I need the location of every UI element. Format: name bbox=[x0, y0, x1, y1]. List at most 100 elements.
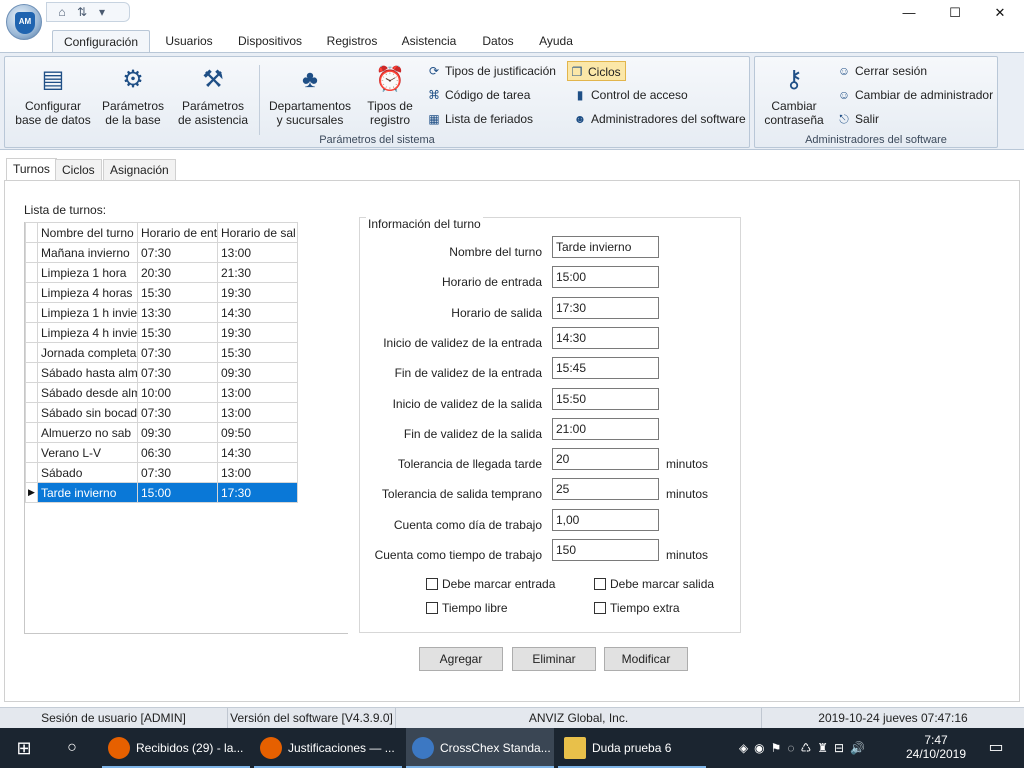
cell-salida[interactable]: 09:50 bbox=[217, 422, 298, 443]
taskbar-firefox-justificaciones[interactable]: Justificaciones — ... bbox=[254, 728, 402, 768]
field-input[interactable]: 150 bbox=[552, 539, 659, 561]
search-icon[interactable]: ○ bbox=[48, 728, 96, 768]
control-acceso-button[interactable]: ▮ Control de acceso bbox=[571, 85, 688, 105]
tab-usuarios[interactable]: Usuarios bbox=[160, 30, 218, 52]
col-horario-salida[interactable]: Horario de sal bbox=[217, 222, 298, 243]
cambiar-contrasena-button[interactable]: ⚷ Cambiar contraseña bbox=[757, 63, 831, 131]
cell-salida[interactable]: 19:30 bbox=[217, 282, 298, 303]
codigo-tarea-button[interactable]: ⌘ Código de tarea bbox=[425, 85, 530, 105]
departamentos-button[interactable]: ♣ Departamentos y sucursales bbox=[267, 63, 353, 131]
cell-nombre[interactable]: Mañana invierno bbox=[37, 242, 138, 263]
app-logo[interactable]: AM bbox=[6, 4, 42, 40]
cell-salida[interactable]: 19:30 bbox=[217, 322, 298, 343]
cell-nombre[interactable]: Limpieza 4 horas bbox=[37, 282, 138, 303]
field-input[interactable]: 14:30 bbox=[552, 327, 659, 349]
cell-entrada[interactable]: 15:00 bbox=[137, 482, 218, 503]
cell-nombre[interactable]: Limpieza 1 h invie bbox=[37, 302, 138, 323]
close-button[interactable]: ✕ bbox=[977, 0, 1023, 26]
table-row[interactable]: Limpieza 4 h invie 15:30 19:30 bbox=[25, 322, 298, 343]
shift-grid[interactable]: Nombre del turno Horario de ent Horario … bbox=[24, 222, 348, 634]
tab-datos[interactable]: Datos bbox=[476, 30, 520, 52]
cell-entrada[interactable]: 06:30 bbox=[137, 442, 218, 463]
configurar-bd-button[interactable]: ▤ Configurar base de datos bbox=[13, 63, 93, 131]
cell-entrada[interactable]: 07:30 bbox=[137, 342, 218, 363]
table-row[interactable]: Sábado sin bocadi 07:30 13:00 bbox=[25, 402, 298, 423]
chk-debe-marcar-entrada[interactable]: Debe marcar entrada bbox=[426, 577, 555, 591]
field-input[interactable]: 20 bbox=[552, 448, 659, 470]
tipos-justificacion-button[interactable]: ⟳ Tipos de justificación bbox=[425, 61, 556, 81]
cell-entrada[interactable]: 07:30 bbox=[137, 242, 218, 263]
checkbox-box[interactable] bbox=[426, 578, 438, 590]
cell-nombre[interactable]: Sábado bbox=[37, 462, 138, 483]
tab-ciclos[interactable]: Ciclos bbox=[55, 159, 102, 181]
taskbar-firefox-recibidos[interactable]: Recibidos (29) - la... bbox=[102, 728, 250, 768]
cell-nombre[interactable]: Limpieza 1 hora bbox=[37, 262, 138, 283]
parametros-base-button[interactable]: ⚙ Parámetros de la base bbox=[93, 63, 173, 131]
cell-salida[interactable]: 17:30 bbox=[217, 482, 298, 503]
cell-entrada[interactable]: 10:00 bbox=[137, 382, 218, 403]
clock[interactable]: 7:47 24/10/2019 bbox=[900, 728, 972, 768]
cell-nombre[interactable]: Almuerzo no sab bbox=[37, 422, 138, 443]
checkbox-box[interactable] bbox=[594, 578, 606, 590]
cell-salida[interactable]: 13:00 bbox=[217, 382, 298, 403]
col-horario-entrada[interactable]: Horario de ent bbox=[137, 222, 218, 243]
table-row[interactable]: ▶ Tarde invierno 15:00 17:30 bbox=[25, 482, 298, 503]
cell-salida[interactable]: 13:00 bbox=[217, 462, 298, 483]
table-row[interactable]: Limpieza 4 horas 15:30 19:30 bbox=[25, 282, 298, 303]
home-icon[interactable]: ⌂ bbox=[55, 5, 69, 19]
system-tray-icons[interactable]: ◈◉⚑◌♺♜⊟🔊 bbox=[710, 728, 900, 768]
field-input[interactable]: 15:50 bbox=[552, 388, 659, 410]
taskbar-crosschex[interactable]: CrossChex Standa... bbox=[406, 728, 554, 768]
cell-nombre[interactable]: Verano L-V bbox=[37, 442, 138, 463]
cell-nombre[interactable]: Limpieza 4 h invie bbox=[37, 322, 138, 343]
cambiar-admin-button[interactable]: ☺ Cambiar de administrador bbox=[835, 85, 993, 105]
table-row[interactable]: Sábado desde alm 10:00 13:00 bbox=[25, 382, 298, 403]
cell-nombre[interactable]: Sábado sin bocadi bbox=[37, 402, 138, 423]
taskbar-folder[interactable]: Duda prueba 6 bbox=[558, 728, 706, 768]
field-input[interactable]: 1,00 bbox=[552, 509, 659, 531]
tab-configuracion[interactable]: Configuración bbox=[52, 30, 150, 52]
tab-asignacion[interactable]: Asignación bbox=[103, 159, 176, 181]
cell-salida[interactable]: 13:00 bbox=[217, 402, 298, 423]
cell-entrada[interactable]: 07:30 bbox=[137, 462, 218, 483]
cell-entrada[interactable]: 15:30 bbox=[137, 282, 218, 303]
col-nombre-turno[interactable]: Nombre del turno bbox=[37, 222, 138, 243]
cell-salida[interactable]: 13:00 bbox=[217, 242, 298, 263]
cell-salida[interactable]: 21:30 bbox=[217, 262, 298, 283]
table-row[interactable]: Sábado 07:30 13:00 bbox=[25, 462, 298, 483]
modificar-button[interactable]: Modificar bbox=[604, 647, 688, 671]
cell-salida[interactable]: 14:30 bbox=[217, 442, 298, 463]
tab-registros[interactable]: Registros bbox=[320, 30, 384, 52]
cell-entrada[interactable]: 13:30 bbox=[137, 302, 218, 323]
chk-tiempo-libre[interactable]: Tiempo libre bbox=[426, 601, 508, 615]
notifications-icon[interactable]: ▭ bbox=[976, 728, 1016, 768]
minimize-button[interactable]: — bbox=[886, 0, 932, 26]
chk-tiempo-extra[interactable]: Tiempo extra bbox=[594, 601, 680, 615]
cerrar-sesion-button[interactable]: ☺ Cerrar sesión bbox=[835, 61, 927, 81]
checkbox-box[interactable] bbox=[594, 602, 606, 614]
table-row[interactable]: Limpieza 1 hora 20:30 21:30 bbox=[25, 262, 298, 283]
chk-debe-marcar-salida[interactable]: Debe marcar salida bbox=[594, 577, 714, 591]
eliminar-button[interactable]: Eliminar bbox=[512, 647, 596, 671]
dropdown-icon[interactable]: ▾ bbox=[95, 5, 109, 19]
cell-entrada[interactable]: 09:30 bbox=[137, 422, 218, 443]
field-input[interactable]: 25 bbox=[552, 478, 659, 500]
table-row[interactable]: Almuerzo no sab 09:30 09:50 bbox=[25, 422, 298, 443]
cell-salida[interactable]: 15:30 bbox=[217, 342, 298, 363]
cell-nombre[interactable]: Sábado hasta almu bbox=[37, 362, 138, 383]
cell-nombre[interactable]: Jornada completa bbox=[37, 342, 138, 363]
table-row[interactable]: Verano L-V 06:30 14:30 bbox=[25, 442, 298, 463]
checkbox-box[interactable] bbox=[426, 602, 438, 614]
agregar-button[interactable]: Agregar bbox=[419, 647, 503, 671]
cell-entrada[interactable]: 07:30 bbox=[137, 402, 218, 423]
field-input[interactable]: 15:45 bbox=[552, 357, 659, 379]
field-input[interactable]: 15:00 bbox=[552, 266, 659, 288]
maximize-button[interactable]: ☐ bbox=[932, 0, 978, 26]
table-row[interactable]: Sábado hasta almu 07:30 09:30 bbox=[25, 362, 298, 383]
tab-asistencia[interactable]: Asistencia bbox=[396, 30, 462, 52]
tipos-registro-button[interactable]: ⏰ Tipos de registro bbox=[359, 63, 421, 131]
field-input[interactable]: Tarde invierno bbox=[552, 236, 659, 258]
table-row[interactable]: Mañana invierno 07:30 13:00 bbox=[25, 242, 298, 263]
cell-salida[interactable]: 14:30 bbox=[217, 302, 298, 323]
windows-start-icon[interactable]: ⊞ bbox=[0, 728, 48, 768]
